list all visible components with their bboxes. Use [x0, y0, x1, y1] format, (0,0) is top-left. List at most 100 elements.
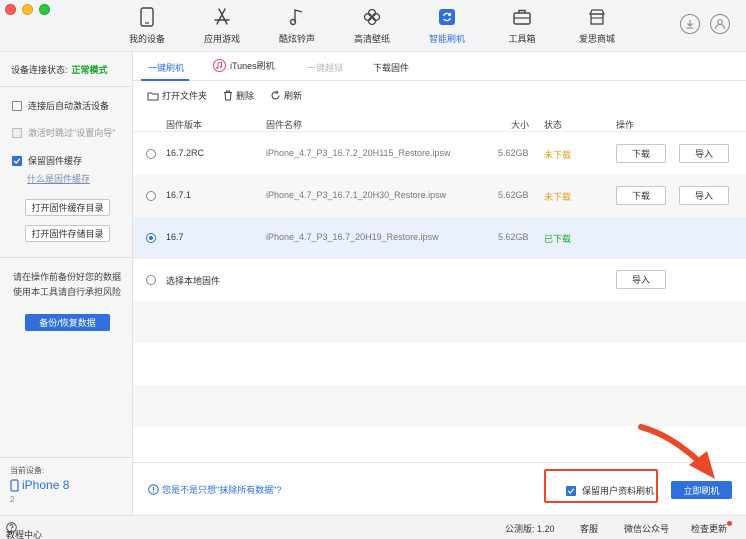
minimize-window-button[interactable]	[22, 4, 33, 15]
nav-store[interactable]: 爱思商城	[567, 6, 627, 48]
check-update-link[interactable]: 检查更新	[691, 522, 727, 535]
checkbox[interactable]	[12, 100, 22, 111]
nav-label: 工具箱	[508, 34, 536, 44]
main-panel: 一键刷机 iTunes刷机 一键越狱 下载固件 打开文件夹 删除 刷新 固件版本…	[133, 52, 746, 515]
open-folder-label: 打开文件夹	[162, 91, 208, 101]
store-icon	[586, 6, 608, 28]
nav-label: 高清壁纸	[353, 34, 390, 44]
skip-setup-option[interactable]: 激活时跳过"设置向导"	[12, 126, 115, 139]
refresh-icon	[271, 90, 280, 100]
nav-apps[interactable]: 应用游戏	[192, 6, 252, 48]
itunes-icon	[213, 59, 226, 72]
nav-label: 智能刷机	[428, 34, 465, 44]
row-radio[interactable]	[146, 275, 156, 285]
open-folder-button[interactable]: 打开文件夹	[147, 89, 207, 102]
current-device[interactable]: iPhone 8	[10, 478, 69, 492]
row-radio-selected[interactable]	[146, 233, 156, 243]
backup-restore-button[interactable]: 备份/恢复数据	[25, 314, 110, 331]
tab-one-click-jailbreak[interactable]: 一键越狱	[307, 61, 343, 74]
phone-icon	[136, 6, 158, 28]
connection-status-value: 正常模式	[71, 65, 108, 75]
firmware-size: 5.62GB	[498, 232, 529, 242]
table-row-selected[interactable]: 16.7 iPhone_4.7_P3_16.7_20H19_Restore.ip…	[133, 217, 746, 259]
table-row-local-firmware[interactable]: 选择本地固件 导入	[133, 259, 746, 301]
delete-button[interactable]: 删除	[223, 89, 254, 102]
row-radio[interactable]	[146, 149, 156, 159]
firmware-version: 16.7.2RC	[166, 148, 205, 158]
nav-flash[interactable]: 智能刷机	[417, 6, 477, 48]
open-storage-dir-button[interactable]: 打开固件存储目录	[25, 225, 110, 242]
device-count: 2	[10, 495, 15, 504]
info-icon	[148, 484, 159, 495]
phone-icon	[10, 478, 19, 492]
trash-icon	[224, 90, 233, 101]
checkbox-checked[interactable]	[12, 155, 22, 166]
nav-my-device[interactable]: 我的设备	[117, 6, 177, 48]
row-radio[interactable]	[146, 191, 156, 201]
firmware-size: 5.62GB	[498, 190, 529, 200]
erase-data-hint[interactable]: 您是不是只想"抹除所有数据"?	[148, 483, 281, 496]
refresh-button[interactable]: 刷新	[270, 89, 302, 102]
open-cache-dir-button[interactable]: 打开固件缓存目录	[25, 199, 110, 216]
active-tab-indicator	[141, 79, 189, 81]
import-button[interactable]: 导入	[679, 186, 729, 205]
erase-data-hint-text: 您是不是只想"抹除所有数据"?	[162, 485, 282, 495]
close-window-button[interactable]	[5, 4, 16, 15]
firmware-name: iPhone_4.7_P3_16.7.1_20H30_Restore.ipsw	[266, 190, 447, 200]
wechat-link[interactable]: 微信公众号	[624, 522, 669, 535]
keep-cache-label: 保留固件缓存	[28, 156, 83, 166]
empty-row	[133, 385, 746, 427]
refresh-icon	[436, 6, 458, 28]
risk-warning: 请在操作前备份好您的数据使用本工具请自行承担风险	[13, 272, 122, 297]
firmware-status: 未下载	[544, 150, 572, 160]
folder-icon	[147, 92, 159, 100]
checkmark-icon	[567, 487, 575, 494]
firmware-status: 已下载	[544, 234, 572, 244]
nav-wallpapers[interactable]: 高清壁纸	[342, 6, 402, 48]
status-bar: 教程中心 公测版: 1.20 客服 微信公众号 检查更新	[0, 515, 746, 539]
checkbox-checked[interactable]	[566, 485, 576, 496]
skip-setup-label: 激活时跳过"设置向导"	[28, 128, 116, 138]
tab-itunes-flash[interactable]: iTunes刷机	[213, 59, 275, 72]
connection-status-label: 设备连接状态:	[11, 65, 68, 75]
checkbox[interactable]	[12, 127, 22, 138]
import-button[interactable]: 导入	[616, 270, 666, 289]
nav-ringtones[interactable]: 酷炫铃声	[267, 6, 327, 48]
refresh-label: 刷新	[284, 91, 303, 101]
tab-download-firmware[interactable]: 下载固件	[373, 61, 409, 74]
user-account-icon[interactable]	[710, 14, 730, 34]
import-button[interactable]: 导入	[679, 144, 729, 163]
annotation-arrow-icon	[638, 424, 715, 479]
nav-toolbox[interactable]: 工具箱	[492, 6, 552, 48]
firmware-size: 5.62GB	[498, 148, 529, 158]
checkmark-icon	[13, 157, 21, 164]
header-status: 状态	[544, 120, 563, 130]
table-row[interactable]: 16.7.1 iPhone_4.7_P3_16.7.1_20H30_Restor…	[133, 175, 746, 217]
tab-one-click-flash[interactable]: 一键刷机	[148, 61, 184, 74]
download-button[interactable]: 下载	[616, 144, 666, 163]
update-badge	[727, 521, 732, 526]
what-is-cache-link[interactable]: 什么是固件缓存	[27, 172, 90, 185]
appstore-icon	[211, 6, 233, 28]
current-device-label: 当前设备:	[10, 466, 45, 475]
keep-cache-option[interactable]: 保留固件缓存	[12, 154, 82, 167]
zoom-window-button[interactable]	[39, 4, 50, 15]
download-icon[interactable]	[680, 14, 700, 34]
empty-row	[133, 301, 746, 343]
title-bar: 我的设备 应用游戏 酷炫铃声 高清壁纸 智能刷机 工具箱 爱思商城	[0, 0, 746, 52]
customer-service-link[interactable]: 客服	[580, 522, 598, 535]
firmware-name: iPhone_4.7_P3_16.7.2_20H115_Restore.ipsw	[266, 148, 451, 158]
action-footer: 您是不是只想"抹除所有数据"? 保留用户资料刷机 立即刷机	[133, 424, 746, 515]
toolbox-icon	[511, 6, 533, 28]
divider	[0, 86, 133, 87]
firmware-name: iPhone_4.7_P3_16.7_20H19_Restore.ipsw	[266, 232, 439, 242]
download-button[interactable]: 下载	[616, 186, 666, 205]
auto-activate-option[interactable]: 连接后自动激活设备	[12, 99, 109, 112]
nav-label: 酷炫铃声	[278, 34, 315, 44]
table-row[interactable]: 16.7.2RC iPhone_4.7_P3_16.7.2_20H115_Res…	[133, 133, 746, 175]
auto-activate-label: 连接后自动激活设备	[28, 101, 110, 111]
firmware-status: 未下载	[544, 192, 572, 202]
firmware-version: 16.7.1	[166, 190, 192, 200]
tutorial-center-link[interactable]: 教程中心	[6, 522, 42, 539]
tab-bar: 一键刷机 iTunes刷机 一键越狱 下载固件	[133, 52, 746, 81]
